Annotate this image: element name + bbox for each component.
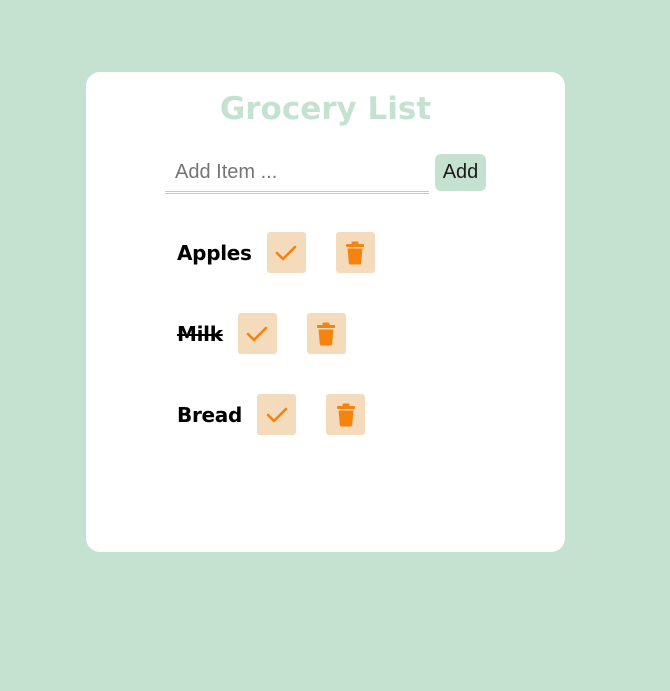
item-label: Milk: [177, 321, 223, 346]
delete-button[interactable]: [335, 232, 375, 273]
add-item-form: Add: [165, 154, 495, 200]
complete-button[interactable]: [266, 232, 306, 273]
check-icon: [275, 244, 297, 262]
complete-button[interactable]: [257, 394, 296, 435]
complete-button[interactable]: [237, 313, 277, 354]
item-label: Bread: [177, 402, 242, 427]
item-label: Apples: [177, 240, 252, 265]
trash-icon: [316, 322, 336, 346]
list-item: Bread: [177, 394, 537, 435]
delete-button[interactable]: [306, 313, 346, 354]
page-title: Grocery List: [219, 91, 432, 127]
list-item: Milk: [177, 313, 537, 354]
trash-icon: [336, 403, 356, 427]
grocery-list: Apples Milk Bread: [177, 232, 537, 475]
trash-icon: [345, 241, 365, 265]
grocery-card: Grocery List Add Apples Milk: [86, 72, 565, 552]
check-icon: [246, 325, 268, 343]
add-button[interactable]: Add: [435, 154, 486, 191]
delete-button[interactable]: [326, 394, 365, 435]
list-item: Apples: [177, 232, 537, 273]
add-item-input[interactable]: [165, 154, 429, 194]
check-icon: [266, 406, 288, 424]
